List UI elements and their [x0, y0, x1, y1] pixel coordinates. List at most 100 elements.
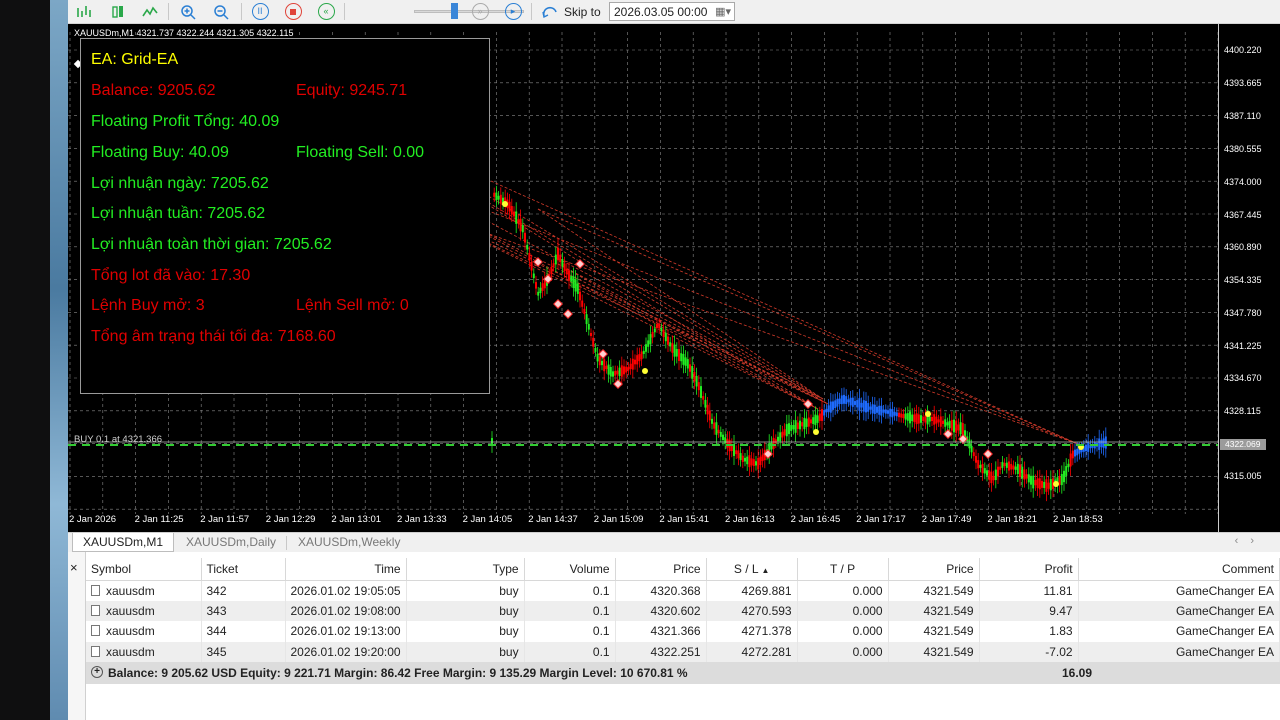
candle-body: [781, 431, 784, 438]
candle-body: [882, 409, 885, 413]
candle-body: [942, 420, 944, 424]
col-time[interactable]: Time: [285, 558, 407, 581]
tab-scroll-arrows[interactable]: ‹›: [1235, 535, 1266, 547]
cell-price-text: 4320.602: [650, 603, 701, 618]
table-row[interactable]: xauusdm 342 2026.01.02 19:05:05 buy 0.1 4320.…: [86, 580, 1280, 601]
cell-current-price-text: 4321.549: [923, 644, 974, 659]
col-volume[interactable]: Volume: [524, 558, 616, 581]
candle-body: [988, 470, 991, 480]
close-terminal-icon[interactable]: ×: [70, 560, 78, 575]
candle-body: [510, 206, 513, 215]
col-stop-loss[interactable]: S / L ▲: [706, 558, 798, 581]
candle-body: [944, 419, 947, 427]
candle-body: [1065, 466, 1068, 476]
cell-price-text: 4321.366: [650, 624, 701, 639]
cell-take-profit: 0.000: [797, 600, 889, 621]
candlestick-chart-icon[interactable]: [108, 2, 128, 21]
skip-to-icon[interactable]: [540, 2, 560, 21]
candle-body: [999, 466, 1002, 470]
tab-xauusdm-daily[interactable]: XAUUSDm,Daily: [176, 533, 286, 552]
candle-body: [750, 458, 753, 466]
candle-body: [955, 420, 958, 433]
col-symbol[interactable]: Symbol: [86, 558, 202, 581]
ea-profit-all: Lợi nhuận toàn thời gian: 7205.62: [91, 236, 332, 253]
candle-body: [821, 409, 823, 421]
ea-floating-buy: Floating Buy: 40.09: [91, 144, 229, 161]
candle-body: [708, 410, 711, 421]
col-ticket[interactable]: Ticket: [201, 558, 286, 581]
positions-table: Symbol Ticket Time Type Volume Price S /…: [86, 558, 1280, 662]
candle-body: [887, 410, 889, 414]
candle-body: [528, 253, 531, 261]
candle-body: [1069, 453, 1072, 467]
cell-ticket-text: 345: [206, 644, 227, 659]
candle-body: [559, 254, 562, 263]
candle-body: [640, 351, 643, 360]
cell-price: 4320.368: [615, 580, 707, 601]
candle-body: [653, 328, 656, 333]
candle-body: [678, 349, 680, 361]
candle-body: [829, 401, 832, 413]
add-summary-icon[interactable]: +: [91, 666, 103, 678]
time-tick-label: 2 Jan 18:21: [987, 514, 1038, 525]
ea-profit-week: Lợi nhuận tuần: 7205.62: [91, 205, 266, 222]
candle-body: [598, 356, 601, 366]
tab-xauusdm-m1[interactable]: XAUUSDm,M1: [72, 533, 175, 552]
candle-body: [642, 350, 645, 354]
col-price[interactable]: Price: [615, 558, 707, 581]
candle-body: [1003, 462, 1006, 467]
cell-price-text: 4320.368: [650, 583, 701, 598]
stop-icon[interactable]: [283, 2, 303, 21]
candle-body: [1001, 461, 1004, 468]
tab-xauusdm-weekly[interactable]: XAUUSDm,Weekly: [288, 533, 410, 552]
candle-body: [576, 283, 579, 294]
zoom-in-icon[interactable]: [178, 2, 198, 21]
candle-body: [739, 453, 742, 461]
price-chart[interactable]: XAUUSDm,M1 4321.737 4322.244 4321.305 43…: [68, 24, 1280, 532]
ea-buy-orders: Lệnh Buy mở: 3: [91, 297, 205, 314]
table-row[interactable]: xauusdm 343 2026.01.02 19:08:00 buy 0.1 4320.…: [86, 600, 1280, 621]
rewind-icon[interactable]: «: [316, 2, 336, 21]
time-tick-label: 2 Jan 12:29: [265, 514, 316, 525]
candle-body: [946, 422, 949, 426]
candle-body: [785, 424, 788, 437]
calendar-dropdown-icon[interactable]: ▦▾: [715, 5, 731, 18]
candle-body: [658, 323, 661, 329]
col-type[interactable]: Type: [406, 558, 525, 581]
cell-take-profit-text: 0.000: [852, 583, 883, 598]
line-chart-icon[interactable]: [140, 2, 160, 21]
candle-body: [895, 412, 898, 417]
candle-body: [796, 422, 799, 429]
candle-body: [660, 328, 663, 332]
candle-body: [673, 344, 676, 357]
col-take-profit[interactable]: T / P: [797, 558, 889, 581]
table-row[interactable]: xauusdm 344 2026.01.02 19:13:00 buy 0.1 4321.…: [86, 621, 1280, 642]
col-comment[interactable]: Comment: [1078, 558, 1280, 581]
candle-body: [719, 431, 722, 437]
candle-body: [812, 417, 815, 424]
pause-icon[interactable]: II: [250, 2, 270, 21]
candle-body: [592, 337, 595, 347]
candle-body: [741, 455, 744, 462]
speed-slider-thumb[interactable]: [451, 3, 458, 19]
cell-stop-loss-text: 4271.378: [741, 624, 792, 639]
candle-body: [735, 450, 738, 455]
cell-current-price-text: 4321.549: [923, 583, 974, 598]
col-current-price[interactable]: Price: [888, 558, 980, 581]
table-row[interactable]: xauusdm 345 2026.01.02 19:20:00 buy 0.1 4322.…: [86, 641, 1280, 662]
col-profit[interactable]: Profit: [979, 558, 1079, 581]
candle-body: [849, 397, 852, 406]
candle-body: [1076, 448, 1079, 456]
candle-body: [997, 466, 999, 477]
cell-time: 2026.01.02 19:13:00: [285, 621, 407, 642]
candle-body: [601, 360, 603, 366]
bar-chart-icon[interactable]: [74, 2, 94, 21]
candle-body: [823, 410, 826, 416]
skip-forward-icon[interactable]: ▸: [503, 2, 523, 21]
zoom-out-icon[interactable]: [211, 2, 231, 21]
grid-order-marker: [803, 399, 813, 409]
cell-comment-text: GameChanger EA: [1175, 603, 1274, 618]
candle-body: [1030, 475, 1032, 485]
skip-to-date-input[interactable]: 2026.03.05 00:00 ▦▾: [609, 2, 735, 21]
cell-profit: -7.02: [979, 641, 1079, 662]
